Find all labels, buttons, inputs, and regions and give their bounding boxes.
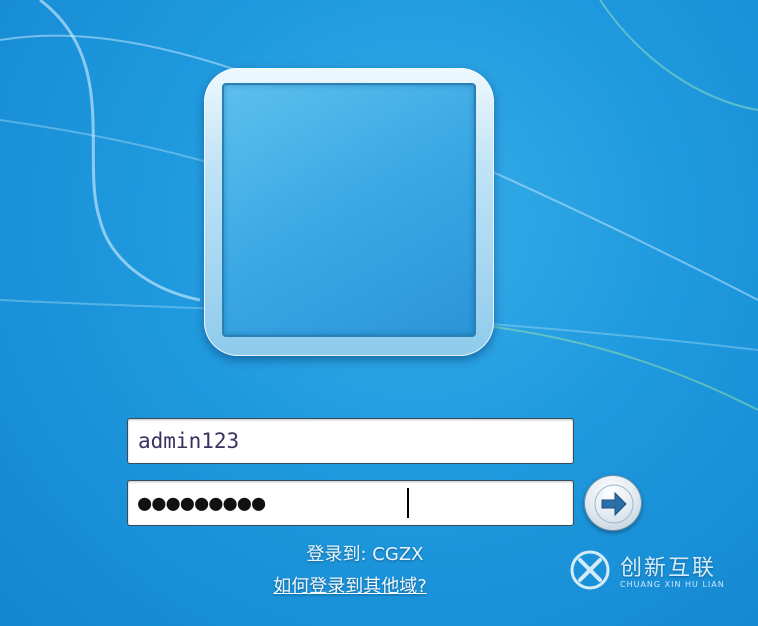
watermark: 创新互联 CHUANG XIN HU LIAN [568,546,754,598]
text-caret [407,488,409,518]
user-avatar-frame [204,68,494,356]
watermark-title: 创新互联 [620,556,717,581]
brand-logo-icon [570,550,610,590]
user-avatar [222,83,476,337]
password-field[interactable] [127,480,574,526]
password-field-container [127,480,574,526]
arrow-right-icon [594,484,634,524]
login-screen: 登录到: CGZX 如何登录到其他域? 创新互联 CHUANG XIN HU L… [0,0,758,626]
username-field[interactable] [127,418,574,464]
logon-domain-text: 登录到: CGZX [306,544,424,565]
other-domain-link[interactable]: 如何登录到其他域? [230,572,470,598]
login-submit-button[interactable] [584,475,642,531]
watermark-subtitle: CHUANG XIN HU LIAN [620,580,725,589]
